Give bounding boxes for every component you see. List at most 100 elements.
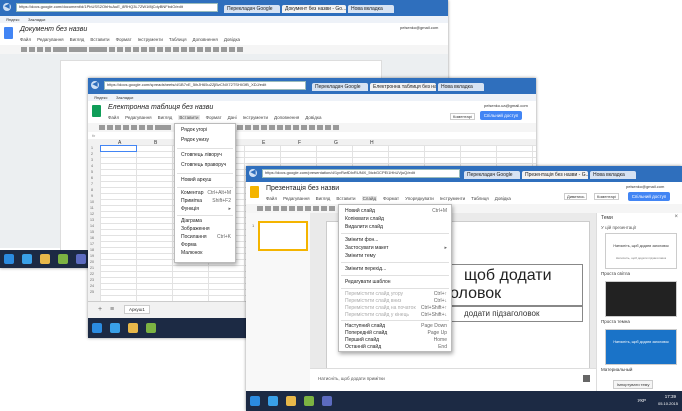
theme-card-current[interactable]: Натисніть, щоб додати заголовок Натисніт… xyxy=(605,233,677,269)
new-slide-icon[interactable] xyxy=(257,206,263,212)
select-icon[interactable] xyxy=(297,206,303,212)
font-size-icon[interactable] xyxy=(109,47,115,53)
sheets-logo-icon[interactable] xyxy=(92,105,101,117)
row-header[interactable]: 13 xyxy=(90,218,94,222)
zoom-icon[interactable] xyxy=(53,47,67,53)
bookmark-closures[interactable]: Закладки xyxy=(28,17,45,22)
menu-item-image[interactable]: Зображення xyxy=(181,226,231,232)
menu-item-next-slide[interactable]: Наступний слайд Page Down xyxy=(345,323,447,329)
tab-document[interactable]: Документ без назви - Go... xyxy=(282,5,346,13)
italic-icon[interactable] xyxy=(237,125,243,131)
font-select-icon[interactable] xyxy=(155,125,171,131)
menu-item-function[interactable]: Функція ▸ xyxy=(181,206,231,212)
tab-new[interactable]: Нова вкладка xyxy=(438,83,484,91)
print-icon[interactable] xyxy=(21,47,27,53)
row-header[interactable]: 20 xyxy=(90,260,94,264)
sheets-list-icon[interactable]: ≡ xyxy=(110,306,114,313)
back-icon[interactable]: ◀ xyxy=(3,3,11,11)
row-header[interactable]: 14 xyxy=(90,224,94,228)
menu-item-form[interactable]: Форма xyxy=(181,242,231,248)
menu-item-first-slide[interactable]: Перший слайд Home xyxy=(345,337,447,343)
comment-icon[interactable] xyxy=(157,47,163,53)
address-bar[interactable]: https://docs.google.com/spreadsheets/d/1… xyxy=(104,81,306,90)
link-icon[interactable] xyxy=(301,125,307,131)
windows-start-icon[interactable] xyxy=(92,323,102,333)
tab-translate[interactable]: Перекладач Google xyxy=(224,5,280,13)
strikethrough-icon[interactable] xyxy=(245,125,251,131)
tab-presentation[interactable]: Презентація без назви - G... xyxy=(522,171,588,179)
text-color-icon[interactable] xyxy=(141,47,147,53)
bulleted-list-icon[interactable] xyxy=(213,47,219,53)
clock-time[interactable]: 17:39 xyxy=(665,394,676,399)
bold-icon[interactable] xyxy=(117,47,123,53)
row-header[interactable]: 17 xyxy=(90,242,94,246)
address-bar[interactable]: https://docs.google.com/document/d/1PbUS… xyxy=(16,3,218,12)
slides-menu-item[interactable]: Вигляд xyxy=(316,196,331,201)
sheets-menu-item[interactable]: Доповнення xyxy=(274,115,299,120)
app-icon[interactable] xyxy=(304,396,314,406)
import-theme-button[interactable]: Імпортувати тему xyxy=(613,380,654,389)
docs-menu-item[interactable]: Вставити xyxy=(90,37,109,42)
slides-menu-item[interactable]: Вставити xyxy=(336,196,355,201)
menu-item-column-left[interactable]: Стовпець ліворуч xyxy=(181,152,231,158)
slides-user-email[interactable]: pelsenko@gmail.com xyxy=(626,184,664,189)
row-header[interactable]: 5 xyxy=(91,170,93,174)
row-header[interactable]: 2 xyxy=(91,152,93,156)
sheet-tab-active[interactable]: Аркуш1 xyxy=(124,305,150,314)
redo-icon[interactable] xyxy=(37,47,43,53)
ie-icon[interactable] xyxy=(110,323,120,333)
windows-start-icon[interactable] xyxy=(4,254,14,264)
row-header[interactable]: 4 xyxy=(91,164,93,168)
bookmark-yandex[interactable]: Яндекс xyxy=(6,17,19,22)
justify-icon[interactable] xyxy=(189,47,195,53)
menu-item-column-right[interactable]: Стовпець праворуч xyxy=(181,162,231,168)
docs-menu-item[interactable]: Довідка xyxy=(224,37,240,42)
docs-menu-item[interactable]: Таблиця xyxy=(169,37,187,42)
row-header[interactable]: 11 xyxy=(90,206,94,210)
row-header[interactable]: 23 xyxy=(90,278,94,282)
menu-item-chart[interactable]: Діаграма xyxy=(181,218,231,224)
italic-icon[interactable] xyxy=(125,47,131,53)
row-header[interactable]: 21 xyxy=(90,266,94,270)
menu-item-change-transition[interactable]: Змінити перехід... xyxy=(345,266,447,272)
app-icon[interactable] xyxy=(146,323,156,333)
comment-icon[interactable] xyxy=(309,125,315,131)
menu-item-comment[interactable]: Коментар Ctrl+Alt+M xyxy=(181,190,231,196)
percent-icon[interactable] xyxy=(139,125,145,131)
comments-button[interactable]: Коментарі xyxy=(594,193,619,200)
menu-item-change-theme[interactable]: Змінити тему xyxy=(345,253,447,259)
slides-menu-item[interactable]: Формат xyxy=(383,196,399,201)
menu-item-drawing[interactable]: Малюнок xyxy=(181,250,231,256)
menu-item-new-sheet[interactable]: Новий аркуш xyxy=(181,177,231,183)
slides-menu-slide[interactable]: Слайд xyxy=(361,196,378,201)
present-button[interactable]: Дивитись xyxy=(564,193,588,200)
sheets-menu-item[interactable]: Довідка xyxy=(305,115,321,120)
redo-icon[interactable] xyxy=(273,206,279,212)
add-sheet-icon[interactable]: + xyxy=(98,306,102,313)
menu-item-note[interactable]: Примітка Shift+F2 xyxy=(181,198,231,204)
menu-item-row-below[interactable]: Рядок унизу xyxy=(181,137,231,143)
row-header[interactable]: 16 xyxy=(90,236,94,240)
line-spacing-icon[interactable] xyxy=(197,47,203,53)
fill-color-icon[interactable] xyxy=(261,125,267,131)
presentation-title[interactable]: Презентація без назви xyxy=(266,185,339,192)
tab-translate[interactable]: Перекладач Google xyxy=(312,83,368,91)
zoom-icon[interactable] xyxy=(289,206,295,212)
document-title[interactable]: Документ без назви xyxy=(20,26,87,33)
slides-menu-item[interactable]: Таблиця xyxy=(471,196,489,201)
sheets-menu-item[interactable]: Формат xyxy=(206,115,222,120)
bookmark-yandex[interactable]: Яндекс xyxy=(94,95,107,100)
row-header[interactable]: 24 xyxy=(90,284,94,288)
back-icon[interactable]: ◀ xyxy=(91,81,99,89)
comments-button[interactable]: Коментарі xyxy=(450,113,475,120)
docs-menu-item[interactable]: Вигляд xyxy=(70,37,85,42)
menu-item-change-background[interactable]: Змінити фон... xyxy=(345,237,447,243)
explorer-icon[interactable] xyxy=(286,396,296,406)
link-icon[interactable] xyxy=(149,47,155,53)
align-left-icon[interactable] xyxy=(165,47,171,53)
chart-icon[interactable] xyxy=(317,125,323,131)
indent-icon[interactable] xyxy=(221,47,227,53)
slides-menu-item[interactable]: Упорядкувати xyxy=(405,196,434,201)
functions-icon[interactable] xyxy=(333,125,339,131)
docs-user-email[interactable]: pelsenko@gmail.com xyxy=(400,25,438,30)
